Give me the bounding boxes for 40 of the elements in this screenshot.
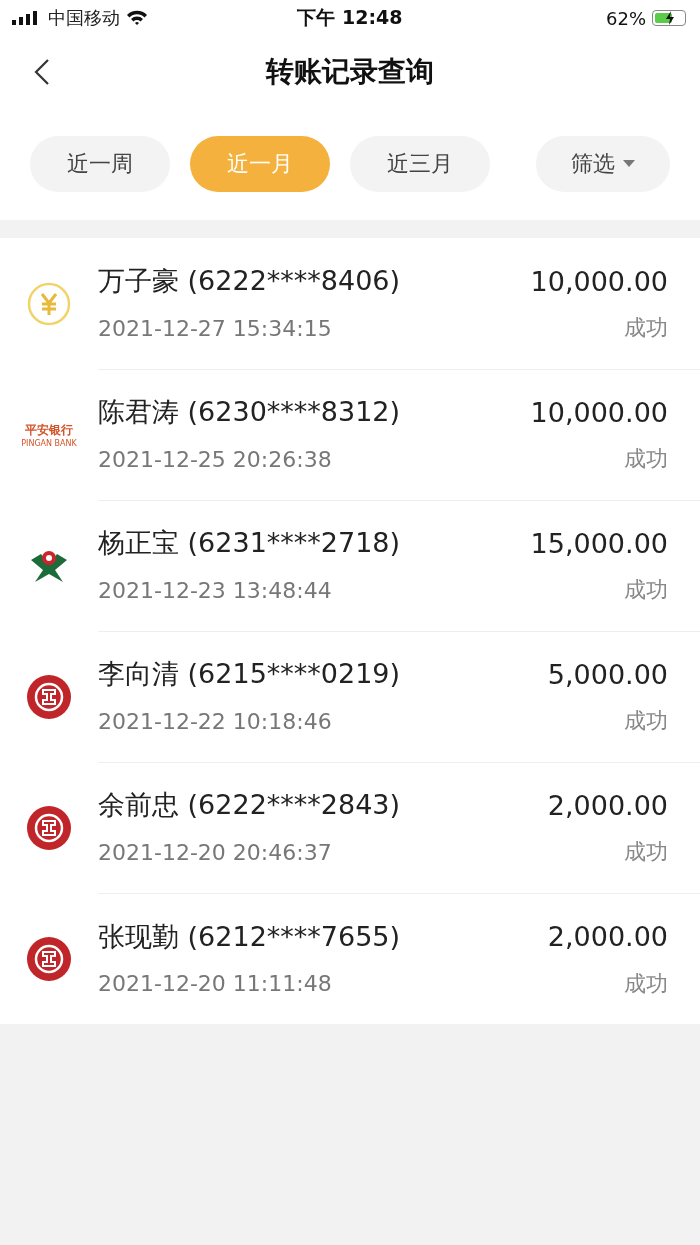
bank-logo-icon xyxy=(26,935,72,982)
transfer-amount: 10,000.00 xyxy=(530,265,668,297)
back-icon[interactable] xyxy=(34,58,50,86)
recipient-name: 张现勤 (6212****7655) xyxy=(98,919,401,954)
clock-time: 下午 12:48 xyxy=(297,5,403,30)
recipient-name: 杨正宝 (6231****2718) xyxy=(98,526,401,560)
bank-logo-icon xyxy=(26,673,72,720)
recipient-name: 余前忠 (6222****2843) xyxy=(98,788,401,822)
transfer-time: 2021-12-27 15:34:15 xyxy=(98,315,332,341)
page-title: 转账记录查询 xyxy=(266,54,434,90)
period-tab[interactable]: 近一周 xyxy=(30,136,170,192)
transfer-status: 成功 xyxy=(624,576,668,604)
wifi-icon xyxy=(126,10,148,26)
yuan-coin-icon xyxy=(27,281,71,326)
battery-percent: 62% xyxy=(606,7,646,29)
transfer-time: 2021-12-22 10:18:46 xyxy=(98,708,332,734)
carrier-name: 中国移动 xyxy=(48,6,120,30)
transfer-status: 成功 xyxy=(624,838,668,866)
transfer-status: 成功 xyxy=(624,707,668,735)
caret-icon xyxy=(623,160,635,168)
transfer-time: 2021-12-25 20:26:38 xyxy=(98,446,332,472)
transfer-status: 成功 xyxy=(624,445,668,473)
transfer-amount: 2,000.00 xyxy=(547,921,668,952)
transfer-amount: 5,000.00 xyxy=(547,658,668,690)
transfer-status: 成功 xyxy=(624,314,668,342)
transfer-amount: 15,000.00 xyxy=(530,527,668,559)
bank-logo: 平安银行 PINGAN BANK xyxy=(21,421,77,448)
battery-icon xyxy=(652,10,686,26)
transfer-amount: 2,000.00 xyxy=(547,789,668,821)
transfer-time: 2021-12-23 13:48:44 xyxy=(98,577,332,603)
filter-dropdown[interactable]: 筛选 xyxy=(536,136,670,192)
transfer-amount: 10,000.00 xyxy=(530,396,668,428)
transfer-time: 2021-12-20 20:46:37 xyxy=(98,839,332,865)
recipient-name: 李向清 (6215****0219) xyxy=(98,657,401,691)
recipient-name: 万子豪 (6222****8406) xyxy=(98,264,401,298)
bank-logo-icon xyxy=(26,804,72,851)
recipient-name: 陈君涛 (6230****8312) xyxy=(98,395,401,429)
transfer-status: 成功 xyxy=(624,969,668,998)
transfer-time: 2021-12-20 11:11:48 xyxy=(98,971,332,996)
period-tab[interactable]: 近三月 xyxy=(350,136,490,192)
